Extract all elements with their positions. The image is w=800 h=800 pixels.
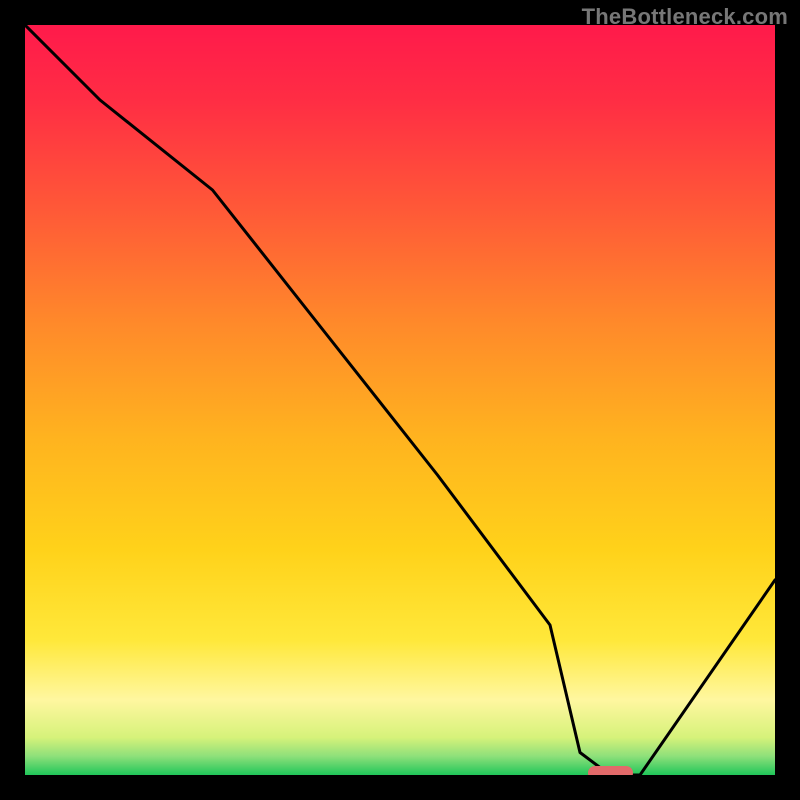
plot-area xyxy=(25,25,775,775)
optimum-marker xyxy=(588,766,633,775)
bottleneck-curve xyxy=(25,25,775,775)
chart-frame: TheBottleneck.com xyxy=(0,0,800,800)
watermark-text: TheBottleneck.com xyxy=(582,4,788,30)
